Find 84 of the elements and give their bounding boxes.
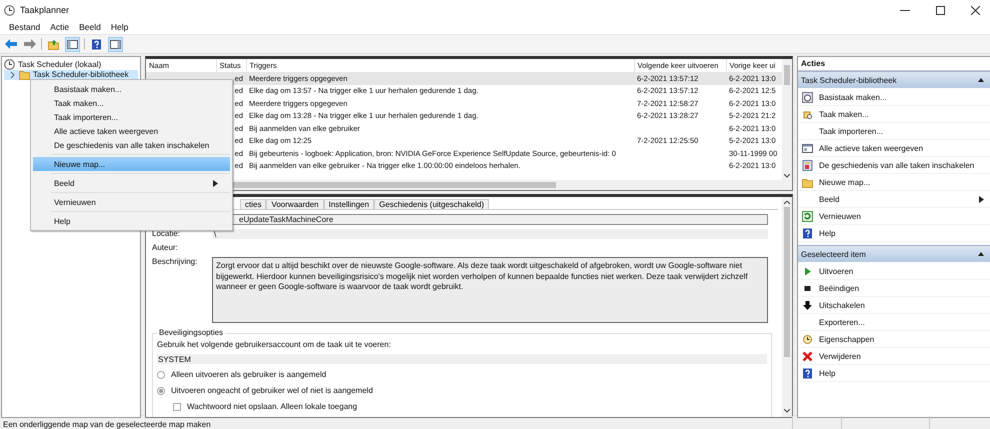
action-item[interactable]: Help — [798, 225, 990, 242]
help-icon — [802, 228, 813, 238]
help-icon — [802, 368, 813, 378]
action-item[interactable]: Eigenschappen — [798, 331, 990, 348]
option-label: Uitvoeren ongeacht of gebruiker wel of niet is aangemeld — [171, 386, 373, 395]
vertical-scrollbar[interactable] — [782, 197, 792, 417]
section-header[interactable]: Task Scheduler-bibliotheek — [798, 71, 990, 88]
option-label: Wachtwoord niet opslaan. Alleen lokale toegang — [187, 402, 358, 411]
action-item[interactable]: Exporteren... — [798, 314, 990, 331]
vertical-scrollbar[interactable] — [782, 59, 792, 190]
description-field[interactable]: Zorgt ervoor dat u altijd beschikt over de nieuwste Google-software. Als deze taak wordt uitgeschakeld of afgebroken, wordt uw Google-software niet bijgewerkt. Hierdoor kunnen beveiligingsrisico's mogelijk niet worden verholpen of kunnen bepaalde functies niet werken. Deze taak verwijdert zichzelf wanneer er geen Google-software is waarvoor de taak wordt gebruikt. — [212, 257, 768, 323]
submenu-arrow-icon — [979, 196, 984, 202]
field-label: Locatie: — [152, 229, 182, 238]
checkbox[interactable] — [173, 402, 181, 410]
menu-item[interactable]: Bestand — [4, 22, 46, 32]
app-clock-icon — [4, 4, 15, 16]
menu-item[interactable]: Beeld — [33, 176, 230, 190]
action-item[interactable]: De geschiedenis van alle taken inschakelen — [798, 157, 990, 174]
play-icon — [802, 266, 813, 276]
account-field: SYSTEM — [157, 354, 767, 364]
collapse-icon — [978, 78, 984, 82]
option-label: Alleen uitvoeren als gebruiker is aangemeld — [171, 370, 326, 379]
menu-item[interactable]: Vernieuwen — [33, 195, 230, 209]
value-field: \ — [212, 229, 768, 239]
forward-button[interactable] — [22, 36, 37, 52]
back-button[interactable] — [3, 36, 18, 52]
action-item[interactable]: Basistaak maken... — [798, 89, 990, 106]
account-prompt: Gebruik het volgende gebruikersaccount om de taak uit te voeren: — [157, 340, 392, 349]
menu-item[interactable]: Alle actieve taken weergeven — [33, 124, 230, 138]
action-pane-button[interactable] — [108, 36, 123, 52]
menu-item[interactable]: De geschiedenis van alle taken inschakelen — [33, 138, 230, 152]
action-item[interactable]: Taak maken... — [798, 106, 990, 123]
action-item[interactable]: Beëindigen — [798, 280, 990, 297]
action-item[interactable]: Nieuwe map... — [798, 174, 990, 191]
delete-icon — [802, 350, 813, 362]
field-label: Auteur: — [152, 243, 179, 252]
collapse-icon — [978, 252, 984, 256]
down-arrow-icon — [802, 300, 813, 310]
action-item[interactable]: Uitschakelen — [798, 297, 990, 314]
scroll-thumb[interactable] — [784, 65, 790, 85]
radio-button[interactable] — [157, 370, 165, 378]
action-item[interactable]: Uitvoeren — [798, 263, 990, 280]
menu-item[interactable]: Help — [106, 22, 134, 32]
section-header[interactable]: Geselecteerd item — [798, 245, 990, 262]
help-button[interactable] — [89, 36, 104, 52]
folder-icon — [802, 176, 813, 188]
tab[interactable]: Geschiedenis (uitgeschakeld) — [374, 199, 490, 209]
scroll-down-icon[interactable] — [784, 174, 790, 178]
maximize-icon — [936, 6, 944, 14]
close-icon — [970, 6, 980, 14]
scroll-thumb[interactable] — [784, 207, 790, 357]
tab[interactable]: cties — [240, 199, 266, 209]
submenu-arrow-icon — [213, 180, 218, 186]
folder-clock-icon — [19, 69, 30, 80]
menu-item[interactable]: Taak maken... — [33, 96, 230, 110]
tree-item[interactable]: Task Scheduler (lokaal) — [4, 59, 138, 70]
task-list-icon — [802, 142, 813, 154]
menu-item[interactable]: Beeld — [74, 22, 106, 32]
action-item[interactable]: Vernieuwen — [798, 208, 990, 225]
group-title: Beveiligingsopties — [157, 328, 226, 337]
scroll-down-icon[interactable] — [784, 409, 790, 413]
action-item[interactable]: Beeld — [798, 191, 990, 208]
status-text: Een onderliggende map van de geselecteerde map maken — [2, 418, 212, 429]
menu-item[interactable]: Actie — [45, 22, 74, 32]
action-item[interactable]: Taak importeren... — [798, 123, 990, 140]
menu-item[interactable]: Taak importeren... — [33, 110, 230, 124]
refresh-icon — [802, 210, 813, 222]
history-icon — [802, 160, 813, 170]
task-icon — [802, 108, 813, 120]
clock-icon — [4, 58, 15, 70]
properties-icon — [802, 334, 813, 344]
tab[interactable]: Voorwaarden — [266, 199, 324, 209]
menu-item[interactable]: Basistaak maken... — [33, 82, 230, 96]
field-label: Beschrijving: — [152, 257, 198, 266]
scroll-up-icon[interactable] — [784, 201, 790, 205]
tab[interactable]: Instellingen — [324, 199, 374, 209]
window-title: Taakplanner — [20, 5, 70, 15]
action-item[interactable]: Alle actieve taken weergeven — [798, 140, 990, 157]
menu-item[interactable]: Nieuwe map... — [33, 157, 230, 171]
tree-item[interactable]: Task Scheduler-bibliotheek — [4, 70, 138, 80]
action-item[interactable]: Verwijderen — [798, 348, 990, 365]
console-tree-button[interactable] — [65, 36, 80, 52]
radio-button[interactable] — [157, 386, 165, 394]
action-item[interactable]: Help — [798, 365, 990, 382]
